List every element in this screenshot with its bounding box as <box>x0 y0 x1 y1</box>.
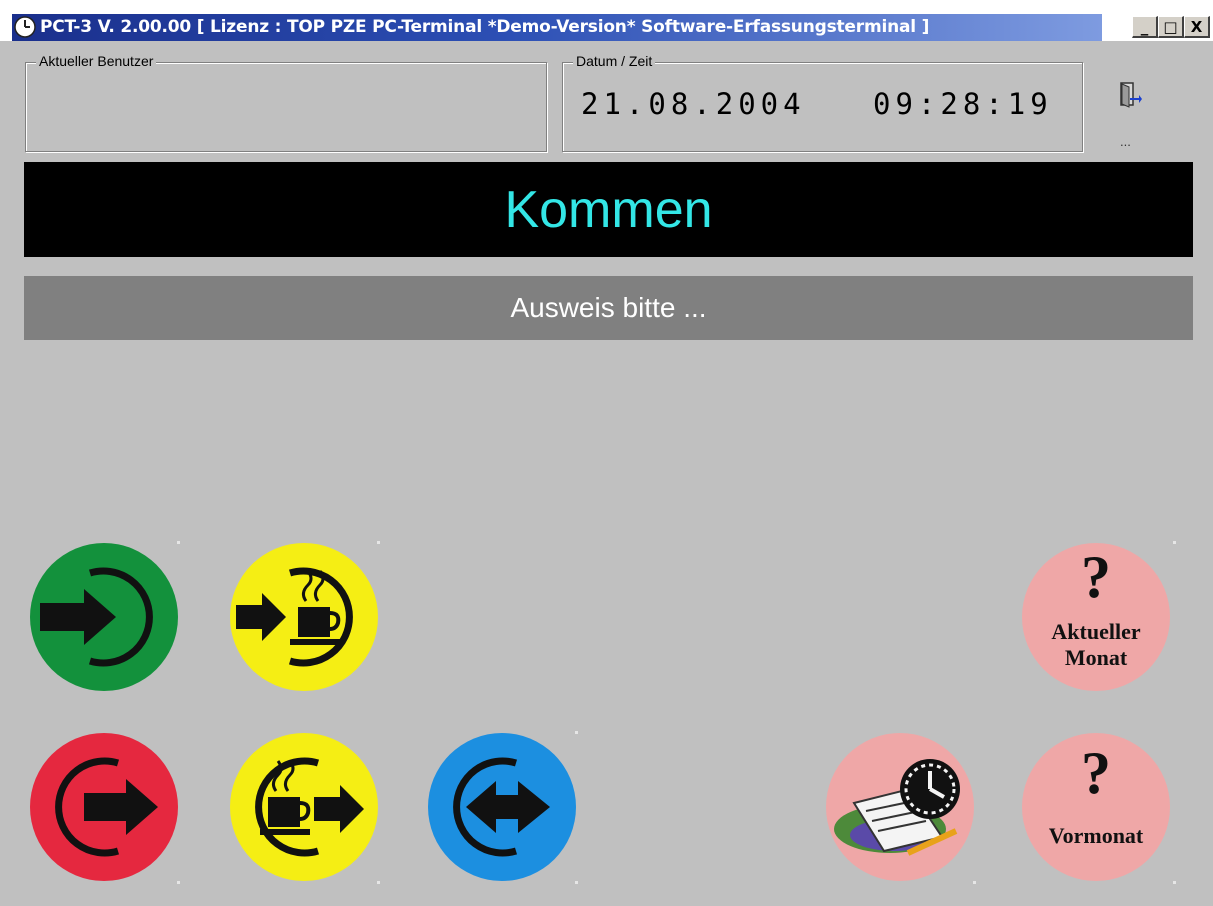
grid-mark <box>377 881 380 884</box>
previous-month-label: Vormonat <box>1049 823 1144 848</box>
current-month-line1: Aktueller <box>1051 619 1140 644</box>
grid-mark <box>377 541 380 544</box>
grid-mark <box>177 881 180 884</box>
question-icon: ? Aktueller Monat <box>1022 543 1170 691</box>
current-month-line2: Monat <box>1065 645 1128 670</box>
coffee-out-icon <box>230 733 378 881</box>
mode-label: Kommen <box>504 180 713 239</box>
user-group: Aktueller Benutzer <box>25 53 547 152</box>
arrow-in-icon <box>30 543 178 691</box>
svg-text:?: ? <box>1081 740 1111 806</box>
date-display: 21.08.2004 <box>581 87 806 121</box>
question-icon: ? Vormonat <box>1022 733 1170 881</box>
grid-mark <box>1173 881 1176 884</box>
previous-month-button[interactable]: ? Vormonat <box>1020 731 1172 883</box>
maximize-button[interactable]: □ <box>1158 16 1184 38</box>
coffee-in-icon <box>230 543 378 691</box>
gehen-button[interactable] <box>28 731 180 883</box>
grid-mark <box>973 881 976 884</box>
svg-text:?: ? <box>1081 544 1111 610</box>
grid-mark <box>1173 541 1176 544</box>
kommen-button[interactable] <box>28 541 180 693</box>
window-title: PCT-3 V. 2.00.00 [ Lizenz : TOP PZE PC-T… <box>40 17 930 37</box>
exit-dots: ... <box>1120 134 1131 149</box>
pause-begin-button[interactable] <box>228 541 380 693</box>
double-arrow-icon <box>428 733 576 881</box>
dienstgang-button[interactable] <box>426 731 578 883</box>
time-display: 09:28:19 <box>873 87 1053 121</box>
title-bar: PCT-3 V. 2.00.00 [ Lizenz : TOP PZE PC-T… <box>0 0 1213 41</box>
notebook-icon <box>826 733 974 881</box>
datetime-group: Datum / Zeit 21.08.2004 09:28:19 <box>562 53 1083 152</box>
arrow-out-icon <box>30 733 178 881</box>
datetime-group-label: Datum / Zeit <box>573 53 656 69</box>
close-button[interactable]: X <box>1184 16 1210 38</box>
notes-button[interactable] <box>824 731 976 883</box>
prompt-label: Ausweis bitte ... <box>510 292 707 323</box>
pause-end-button[interactable] <box>228 731 380 883</box>
exit-door-icon[interactable] <box>1118 81 1142 109</box>
minimize-button[interactable]: _ <box>1132 16 1158 38</box>
grid-mark <box>575 881 578 884</box>
clock-icon <box>14 16 36 38</box>
current-month-button[interactable]: ? Aktueller Monat <box>1020 541 1172 693</box>
user-group-label: Aktueller Benutzer <box>36 53 157 69</box>
prompt-banner: Ausweis bitte ... <box>24 276 1193 340</box>
mode-banner: Kommen <box>24 162 1193 257</box>
grid-mark <box>575 731 578 734</box>
grid-mark <box>177 541 180 544</box>
